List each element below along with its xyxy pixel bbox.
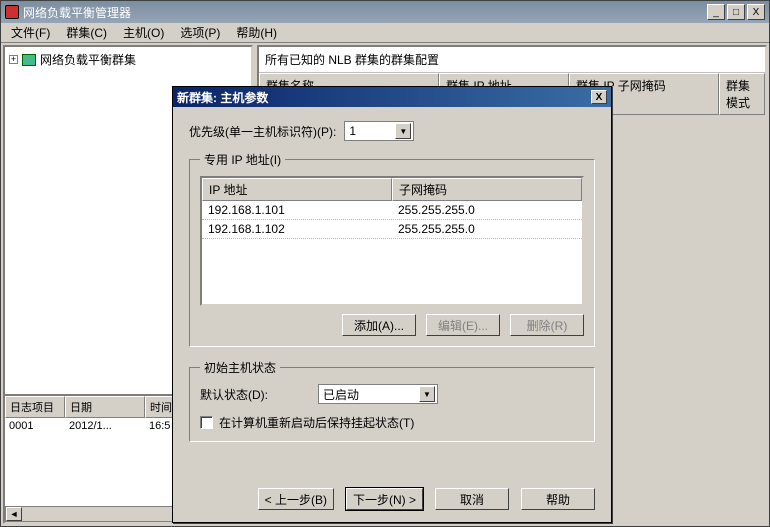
ip-col-mask[interactable]: 子网掩码: [392, 178, 582, 201]
menu-file[interactable]: 文件(F): [5, 22, 56, 43]
log-cell-item: 0001: [5, 418, 65, 434]
edit-button[interactable]: 编辑(E)...: [426, 314, 500, 336]
cancel-button[interactable]: 取消: [435, 488, 509, 510]
dropdown-icon[interactable]: ▼: [419, 386, 435, 402]
ip-col-ip[interactable]: IP 地址: [202, 178, 392, 201]
default-state-select[interactable]: 已启动 ▼: [318, 384, 438, 404]
host-params-dialog: 新群集: 主机参数 X 优先级(单一主机标识符)(P): 1 ▼ 专用 IP 地…: [172, 86, 612, 523]
log-col-date[interactable]: 日期: [65, 396, 145, 418]
menubar: 文件(F) 群集(C) 主机(O) 选项(P) 帮助(H): [1, 23, 769, 43]
cluster-config-title: 所有已知的 NLB 群集的群集配置: [259, 47, 765, 73]
initial-state-group: 初始主机状态 默认状态(D): 已启动 ▼ 在计算机重新启动后保持挂起状态(T): [189, 359, 595, 442]
app-icon: [5, 5, 19, 19]
dialog-title: 新群集: 主机参数: [177, 89, 268, 106]
default-state-label: 默认状态(D):: [200, 386, 310, 403]
retain-suspend-label: 在计算机重新启动后保持挂起状态(T): [219, 414, 414, 431]
ip-row[interactable]: 192.168.1.101 255.255.255.0: [202, 201, 582, 220]
initial-state-legend: 初始主机状态: [200, 359, 280, 376]
scroll-left-icon[interactable]: ◄: [6, 507, 22, 521]
remove-button[interactable]: 删除(R): [510, 314, 584, 336]
minimize-button[interactable]: _: [707, 4, 725, 20]
dedicated-ip-group: 专用 IP 地址(I) IP 地址 子网掩码 192.168.1.101 255…: [189, 151, 595, 347]
titlebar: 网络负载平衡管理器 _ □ X: [1, 1, 769, 23]
tree-root-label: 网络负载平衡群集: [40, 51, 136, 68]
menu-cluster[interactable]: 群集(C): [60, 22, 113, 43]
priority-select[interactable]: 1 ▼: [344, 121, 414, 141]
dedicated-ip-legend: 专用 IP 地址(I): [200, 151, 285, 168]
ip-cell-mask: 255.255.255.0: [392, 220, 582, 238]
tree-expand-icon[interactable]: +: [9, 55, 18, 64]
main-window: 网络负载平衡管理器 _ □ X 文件(F) 群集(C) 主机(O) 选项(P) …: [0, 0, 770, 527]
retain-suspend-checkbox[interactable]: [200, 416, 213, 429]
priority-value: 1: [349, 124, 356, 138]
window-title: 网络负载平衡管理器: [23, 4, 131, 21]
maximize-button[interactable]: □: [727, 4, 745, 20]
help-button[interactable]: 帮助: [521, 488, 595, 510]
log-col-item[interactable]: 日志项目: [5, 396, 65, 418]
ip-cell-ip: 192.168.1.101: [202, 201, 392, 219]
ip-row[interactable]: 192.168.1.102 255.255.255.0: [202, 220, 582, 239]
next-button[interactable]: 下一步(N) >: [346, 488, 423, 510]
ip-cell-mask: 255.255.255.0: [392, 201, 582, 219]
close-button[interactable]: X: [747, 4, 765, 20]
default-state-value: 已启动: [323, 386, 359, 403]
dialog-nav-buttons: < 上一步(B) 下一步(N) > 取消 帮助: [173, 480, 611, 522]
dialog-close-button[interactable]: X: [591, 90, 607, 104]
menu-help[interactable]: 帮助(H): [230, 22, 283, 43]
add-button[interactable]: 添加(A)...: [342, 314, 416, 336]
cluster-icon: [22, 54, 36, 66]
back-button[interactable]: < 上一步(B): [258, 488, 334, 510]
tree-root-node[interactable]: + 网络负载平衡群集: [9, 51, 247, 68]
ip-cell-ip: 192.168.1.102: [202, 220, 392, 238]
menu-options[interactable]: 选项(P): [174, 22, 226, 43]
log-cell-date: 2012/1...: [65, 418, 145, 434]
ip-list[interactable]: IP 地址 子网掩码 192.168.1.101 255.255.255.0 1…: [200, 176, 584, 306]
dropdown-icon[interactable]: ▼: [395, 123, 411, 139]
priority-label: 优先级(单一主机标识符)(P):: [189, 123, 336, 140]
menu-host[interactable]: 主机(O): [117, 22, 170, 43]
col-cluster-mode[interactable]: 群集模式: [719, 73, 765, 115]
dialog-titlebar: 新群集: 主机参数 X: [173, 87, 611, 107]
